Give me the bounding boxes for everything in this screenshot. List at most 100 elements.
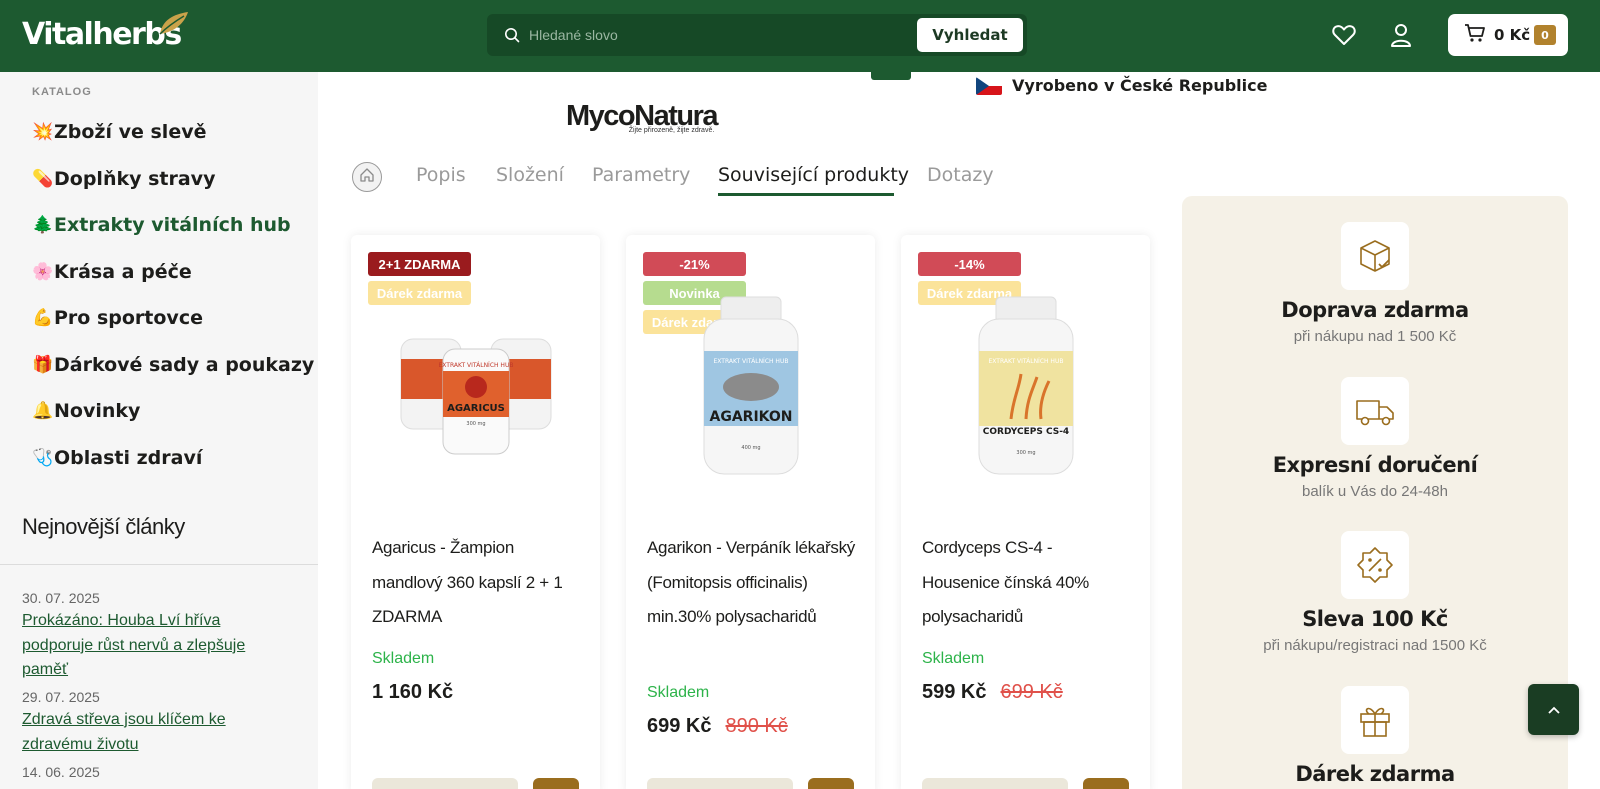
sidebar-item-label: Extrakty vitálních hub xyxy=(54,214,291,236)
price: 599 Kč xyxy=(922,681,987,703)
divider xyxy=(0,564,318,565)
sidebar-item-label: Oblasti zdraví xyxy=(54,447,203,469)
cart-total: 0 Kč xyxy=(1494,26,1531,44)
product-label-brand: EXTRAKT VITÁLNÍCH HUB xyxy=(439,362,514,369)
benefit-title: Sleva 100 Kč xyxy=(1302,607,1448,631)
sidebar-item-label: Pro sportovce xyxy=(54,307,203,329)
benefit-free-gift: Dárek zdarma xyxy=(1182,686,1568,786)
add-to-cart-button[interactable] xyxy=(1083,778,1129,789)
benefit-title: Doprava zdarma xyxy=(1281,298,1469,322)
stock-status: Skladem xyxy=(647,684,710,701)
made-in-czech: Vyrobeno v České Republice xyxy=(976,76,1267,95)
tab-composition[interactable]: Složení xyxy=(496,164,564,186)
tab-questions[interactable]: Dotazy xyxy=(927,164,994,186)
gift-icon xyxy=(1341,686,1409,754)
user-account-icon[interactable] xyxy=(1388,22,1414,48)
stock-status: Skladem xyxy=(372,650,435,667)
stock-status: Skladem xyxy=(922,650,985,667)
tab-description[interactable]: Popis xyxy=(416,164,466,186)
discount-badge: -14% xyxy=(918,252,1021,276)
package-check-icon xyxy=(1341,222,1409,290)
tab-related-products[interactable]: Související produkty xyxy=(718,164,909,186)
sidebar-item-label: Zboží ve slevě xyxy=(54,121,207,143)
product-image[interactable]: EXTRAKT VITÁLNÍCH HUB AGARICUS 300 mg xyxy=(371,281,581,486)
benefit-title: Dárek zdarma xyxy=(1295,762,1455,786)
sidebar-item-mushroom-extracts[interactable]: 🌲 Extrakty vitálních hub xyxy=(32,210,291,240)
product-name[interactable]: Agaricus - Žampion mandlový 360 kapslí 2… xyxy=(372,531,582,635)
quantity-stepper[interactable] xyxy=(647,778,793,789)
articles-heading: Nejnovější články xyxy=(22,514,185,539)
product-label-brand: EXTRAKT VITÁLNÍCH HUB xyxy=(714,358,789,365)
flower-icon: 🌸 xyxy=(32,262,54,282)
product-label-name: AGARIKON xyxy=(710,409,793,425)
product-label-dose: 300 mg xyxy=(1016,450,1035,456)
article-date: 29. 07. 2025 xyxy=(22,689,100,705)
sidebar-item-label: Doplňky stravy xyxy=(54,168,216,190)
discount-badge: -21% xyxy=(643,252,746,276)
product-label-name: AGARICUS xyxy=(447,403,505,414)
add-to-cart-button[interactable] xyxy=(533,778,579,789)
product-label-dose: 300 mg xyxy=(466,421,485,427)
discount-icon xyxy=(1341,531,1409,599)
article-link[interactable]: Prokázáno: Houba Lví hříva podporuje růs… xyxy=(22,609,282,683)
scroll-to-top-button[interactable] xyxy=(1528,684,1579,735)
czech-flag-icon xyxy=(976,76,1002,95)
brand-logo[interactable]: MycoNatura Žijte přirozeně, žijte zdravě… xyxy=(566,100,719,134)
tab-parameters[interactable]: Parametry xyxy=(592,164,690,186)
product-card[interactable]: -14% Dárek zdarma EXTRAKT VITÁLNÍCH HUB … xyxy=(901,235,1150,789)
quantity-stepper[interactable] xyxy=(922,778,1068,789)
product-name[interactable]: Cordyceps CS-4 - Housenice čínská 40% po… xyxy=(922,531,1132,635)
old-price: 699 Kč xyxy=(1000,681,1063,703)
benefit-free-shipping: Doprava zdarma při nákupu nad 1 500 Kč xyxy=(1182,222,1568,345)
explosion-icon: 💥 xyxy=(32,122,54,142)
home-tab[interactable] xyxy=(352,162,382,192)
benefit-subtitle: při nákupu/registraci nad 1500 Kč xyxy=(1263,637,1487,654)
pill-icon: 💊 xyxy=(32,169,54,189)
quantity-stepper[interactable] xyxy=(372,778,518,789)
sidebar-item-beauty[interactable]: 🌸 Krása a péče xyxy=(32,257,192,287)
price: 1 160 Kč xyxy=(372,681,454,703)
product-label-dose: 400 mg xyxy=(741,445,760,451)
sidebar-item-athletes[interactable]: 💪 Pro sportovce xyxy=(32,303,203,333)
sidebar-item-gift-sets[interactable]: 🎁 Dárkové sady a poukazy xyxy=(32,350,314,380)
product-label-brand: EXTRAKT VITÁLNÍCH HUB xyxy=(989,358,1064,365)
benefit-express-delivery: Expresní doručení balík u Vás do 24-48h xyxy=(1182,377,1568,500)
search-input[interactable] xyxy=(529,20,909,50)
sidebar-item-label: Novinky xyxy=(54,400,141,422)
add-to-cart-button[interactable] xyxy=(808,778,854,789)
cart-icon xyxy=(1464,23,1486,47)
product-image[interactable]: EXTRAKT VITÁLNÍCH HUB AGARIKON 400 mg xyxy=(646,281,856,486)
sidebar: KATALOG 💥 Zboží ve slevě 💊 Doplňky stravy … xyxy=(0,72,318,789)
old-price: 890 Kč xyxy=(725,715,788,737)
leaf-icon xyxy=(159,12,188,35)
wishlist-heart-icon[interactable] xyxy=(1331,22,1357,48)
bell-icon: 🔔 xyxy=(32,401,54,421)
benefit-discount: Sleva 100 Kč při nákupu/registraci nad 1… xyxy=(1182,531,1568,654)
product-card[interactable]: -21% Novinka Dárek zdarma EXTRAKT VITÁLN… xyxy=(626,235,875,789)
article-date: 14. 06. 2025 xyxy=(22,764,100,780)
made-in-text: Vyrobeno v České Republice xyxy=(1012,76,1268,95)
sidebar-item-sale[interactable]: 💥 Zboží ve slevě xyxy=(32,117,206,147)
sidebar-item-health-areas[interactable]: 🩺 Oblasti zdraví xyxy=(32,443,202,473)
benefit-subtitle: balík u Vás do 24-48h xyxy=(1302,483,1448,500)
product-card[interactable]: 2+1 ZDARMA Dárek zdarma EXTRAKT VITÁLNÍC… xyxy=(351,235,600,789)
price-row: 699 Kč 890 Kč xyxy=(647,715,788,738)
sidebar-item-new[interactable]: 🔔 Novinky xyxy=(32,396,140,426)
product-image[interactable]: EXTRAKT VITÁLNÍCH HUB CORDYCEPS CS-4 300… xyxy=(921,281,1131,486)
article-link[interactable]: Zdravá střeva jsou klíčem ke zdravému ži… xyxy=(22,708,282,757)
stethoscope-icon: 🩺 xyxy=(32,448,54,468)
tree-icon: 🌲 xyxy=(32,215,54,235)
sidebar-item-supplements[interactable]: 💊 Doplňky stravy xyxy=(32,164,215,194)
home-icon xyxy=(359,167,375,187)
product-label-name: CORDYCEPS CS-4 xyxy=(983,427,1069,437)
price-row: 599 Kč 699 Kč xyxy=(922,681,1063,704)
search-button[interactable]: Vyhledat xyxy=(917,18,1023,52)
cart-button[interactable]: 0 Kč 0 xyxy=(1448,14,1568,56)
search-icon xyxy=(503,26,521,44)
truck-icon xyxy=(1341,377,1409,445)
benefits-panel: Doprava zdarma při nákupu nad 1 500 Kč E… xyxy=(1182,196,1568,789)
site-logo[interactable]: Vitalherbs xyxy=(22,12,188,58)
cart-count-badge: 0 xyxy=(1534,25,1556,45)
chevron-up-icon xyxy=(1547,700,1561,719)
product-name[interactable]: Agarikon - Verpáník lékařský (Fomitopsis… xyxy=(647,531,857,635)
